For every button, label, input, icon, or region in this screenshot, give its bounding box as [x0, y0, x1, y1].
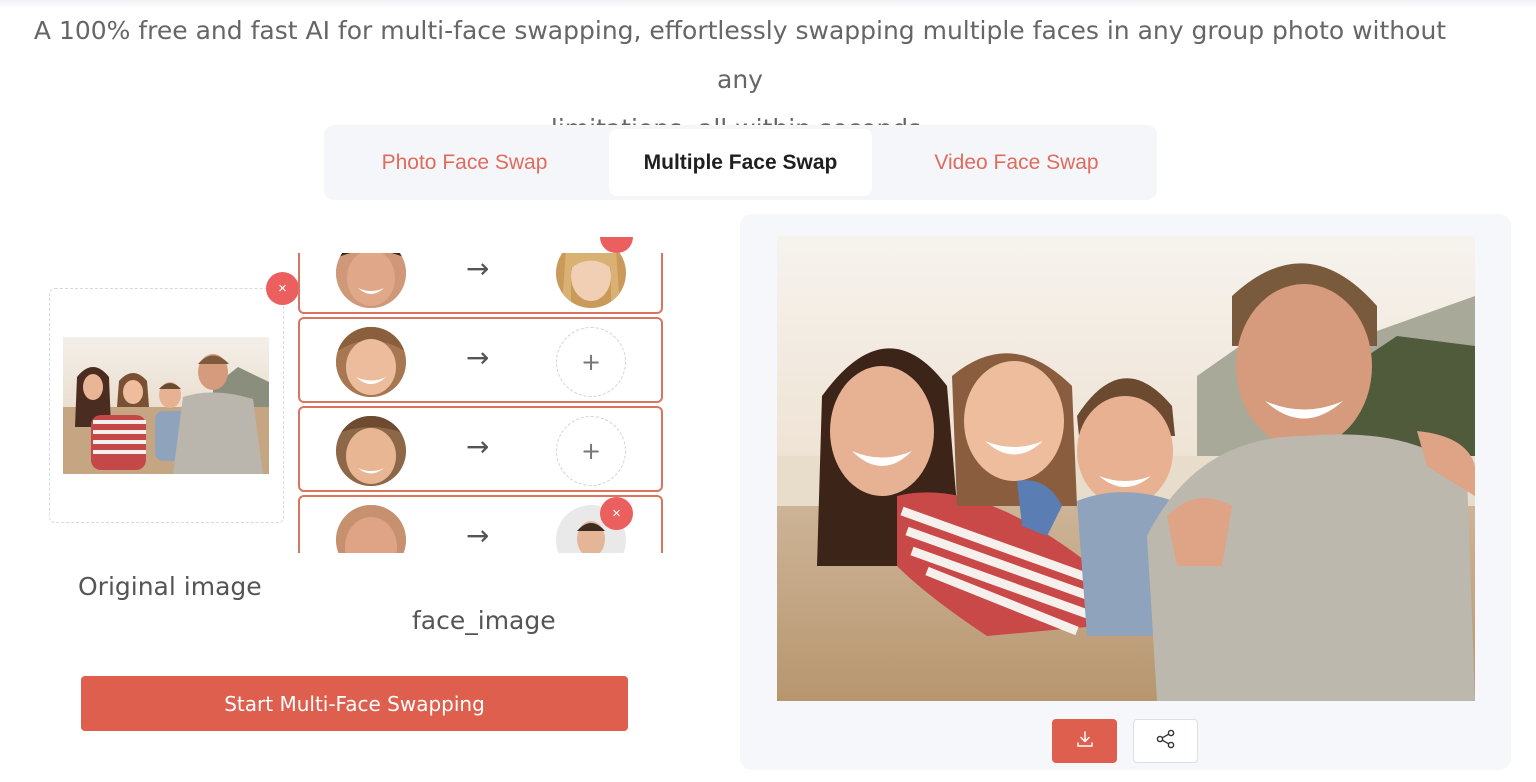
face-image-label: face_image: [412, 606, 556, 635]
arrow-icon: →: [466, 253, 490, 285]
add-face-button[interactable]: +: [556, 416, 626, 486]
original-image-label: Original image: [78, 572, 262, 601]
plus-icon: +: [580, 348, 602, 376]
add-face-button[interactable]: +: [556, 327, 626, 397]
intro-line-1: A 100% free and fast AI for multi-face s…: [33, 16, 1447, 94]
start-multi-face-swapping-button[interactable]: Start Multi-Face Swapping: [81, 676, 628, 731]
detected-face-1: [336, 253, 406, 308]
tab-bar: Photo Face Swap Multiple Face Swap Video…: [324, 125, 1157, 200]
remove-original-button[interactable]: ×: [266, 272, 299, 305]
result-image: [777, 236, 1475, 701]
detected-face-4: [336, 505, 406, 553]
tab-photo-face-swap[interactable]: Photo Face Swap: [332, 129, 597, 196]
arrow-icon: →: [466, 341, 490, 374]
remove-face-button[interactable]: ×: [600, 497, 633, 530]
tab-multiple-face-swap[interactable]: Multiple Face Swap: [609, 129, 872, 196]
detected-face-2: [336, 327, 406, 397]
original-image-thumbnail: [63, 337, 269, 474]
face-row: → +: [298, 317, 663, 403]
close-icon: ×: [278, 280, 287, 297]
tab-video-face-swap[interactable]: Video Face Swap: [884, 129, 1149, 196]
remove-face-button[interactable]: [600, 237, 633, 253]
face-row: →: [298, 253, 663, 314]
share-button[interactable]: [1133, 719, 1198, 763]
arrow-icon: →: [466, 430, 490, 463]
download-icon: [1075, 729, 1095, 753]
face-row: → +: [298, 406, 663, 492]
close-icon: ×: [612, 505, 621, 522]
plus-icon: +: [580, 437, 602, 465]
arrow-icon: →: [466, 519, 490, 552]
download-button[interactable]: [1052, 719, 1117, 763]
detected-face-3: [336, 416, 406, 486]
replacement-face-1: [556, 253, 626, 308]
share-icon: [1155, 728, 1177, 754]
